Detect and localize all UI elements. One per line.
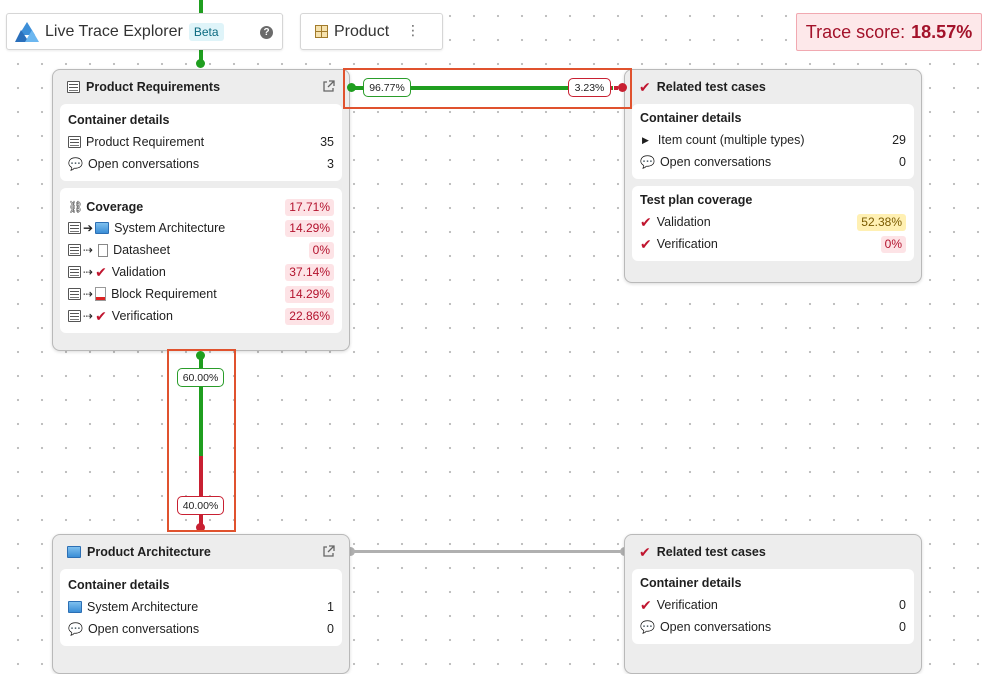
coverage-row[interactable]: ⇢ ✔ Validation 37.14% — [68, 261, 334, 283]
chat-icon: 💬 — [640, 155, 655, 169]
detail-row[interactable]: ▶ Item count (multiple types) 29 — [640, 129, 906, 151]
block-requirement-icon — [95, 287, 107, 301]
related-test-cases-card[interactable]: ✔ Related test cases Container details ✔… — [624, 534, 922, 674]
container-details-section: Container details ✔ Verification 0 💬 Ope… — [632, 569, 914, 644]
architecture-icon — [95, 222, 110, 234]
table-icon — [68, 244, 81, 256]
coverage-tree-icon: ⛓ — [68, 200, 84, 214]
chat-icon: 💬 — [68, 157, 83, 171]
solid-arrow-icon: ➔ — [83, 221, 94, 235]
more-options-icon[interactable]: ⋮ — [406, 23, 420, 37]
open-external-icon[interactable] — [322, 545, 335, 558]
app-title: Live Trace Explorer — [45, 22, 183, 40]
dashed-arrow-icon: ⇢ — [83, 265, 94, 279]
detail-row: System Architecture 1 — [68, 596, 334, 618]
detail-row: 💬 Open conversations 0 — [640, 620, 906, 634]
check-icon: ✔ — [639, 79, 651, 95]
card-title: Product Requirements — [86, 80, 221, 94]
trace-score-value: 18.57% — [911, 21, 973, 42]
product-label: Product — [334, 22, 390, 40]
vertical-link-highlight — [167, 349, 236, 532]
trace-score-label: Trace score: — [805, 21, 906, 42]
architecture-icon — [67, 546, 81, 558]
datasheet-icon — [95, 241, 109, 257]
detail-row: 💬 Open conversations 3 — [68, 157, 334, 171]
section-title: Container details — [68, 578, 170, 592]
product-selector[interactable]: Product ⋮ — [300, 13, 443, 50]
section-title: Container details — [640, 576, 742, 590]
card-title: Related test cases — [656, 545, 766, 559]
test-plan-coverage-section: Test plan coverage ✔ Validation 52.38% ✔… — [632, 186, 914, 261]
chat-icon: 💬 — [68, 622, 83, 636]
table-icon — [68, 288, 81, 300]
horizontal-link-highlight — [343, 68, 632, 109]
table-icon — [68, 310, 81, 322]
table-icon — [68, 266, 81, 278]
table-icon — [68, 222, 81, 234]
detail-row: 💬 Open conversations 0 — [640, 155, 906, 169]
detail-row: 💬 Open conversations 0 — [68, 622, 334, 636]
product-architecture-card[interactable]: Product Architecture Container details S… — [52, 534, 350, 674]
incoming-link-dot — [196, 59, 205, 68]
expand-triangle-icon[interactable]: ▶ — [642, 135, 649, 146]
check-icon: ✔ — [639, 544, 651, 560]
architecture-icon — [68, 601, 82, 613]
related-test-cases-card[interactable]: ✔ Related test cases Container details ▶… — [624, 69, 922, 283]
plan-row[interactable]: ✔ Validation 52.38% — [640, 211, 906, 233]
card-header: ✔ Related test cases — [625, 70, 921, 104]
help-icon[interactable]: ? — [260, 26, 273, 39]
check-icon: ✔ — [640, 597, 652, 613]
app-logo-icon — [15, 21, 39, 42]
table-icon — [68, 136, 81, 148]
open-external-icon[interactable] — [322, 80, 335, 93]
check-icon: ✔ — [95, 308, 107, 324]
coverage-row[interactable]: ⇢ Datasheet 0% — [68, 239, 334, 261]
check-icon: ✔ — [95, 264, 107, 280]
coverage-row[interactable]: ⇢ ✔ Verification 22.86% — [68, 305, 334, 327]
container-details-section: Container details Product Requirement 35… — [60, 104, 342, 181]
container-details-section: Container details System Architecture 1 … — [60, 569, 342, 646]
check-icon: ✔ — [640, 214, 652, 230]
container-details-section: Container details ▶ Item count (multiple… — [632, 104, 914, 179]
chat-icon: 💬 — [640, 620, 655, 634]
dashed-arrow-icon: ⇢ — [83, 243, 94, 257]
check-icon: ✔ — [640, 236, 652, 252]
dashed-arrow-icon: ⇢ — [83, 309, 94, 323]
section-title: Test plan coverage — [640, 193, 753, 207]
product-requirements-card[interactable]: Product Requirements Container details P… — [52, 69, 350, 351]
table-icon — [67, 81, 80, 93]
beta-badge: Beta — [188, 22, 224, 41]
coverage-row[interactable]: ⇢ Block Requirement 14.29% — [68, 283, 334, 305]
detail-row: ✔ Verification 0 — [640, 597, 906, 613]
coverage-section: ⛓ Coverage 17.71% ➔ System Architecture … — [60, 188, 342, 333]
section-title: Container details — [68, 113, 170, 127]
card-title: Product Architecture — [87, 545, 211, 559]
trace-score-badge: Trace score: 18.57% — [796, 13, 982, 51]
card-header: Product Architecture — [53, 535, 349, 569]
coverage-title-row: ⛓ Coverage 17.71% — [68, 197, 334, 217]
product-grid-icon — [315, 25, 328, 38]
card-header: ✔ Related test cases — [625, 535, 921, 569]
coverage-row[interactable]: ➔ System Architecture 14.29% — [68, 217, 334, 239]
card-header: Product Requirements — [53, 70, 349, 104]
horizontal-link-neutral[interactable] — [351, 550, 624, 553]
section-title: Container details — [640, 111, 742, 125]
card-title: Related test cases — [656, 80, 766, 94]
plan-row[interactable]: ✔ Verification 0% — [640, 233, 906, 255]
dashed-arrow-icon: ⇢ — [83, 287, 94, 301]
app-title-bar: Live Trace Explorer Beta ? — [6, 13, 283, 50]
detail-row: Product Requirement 35 — [68, 131, 334, 153]
